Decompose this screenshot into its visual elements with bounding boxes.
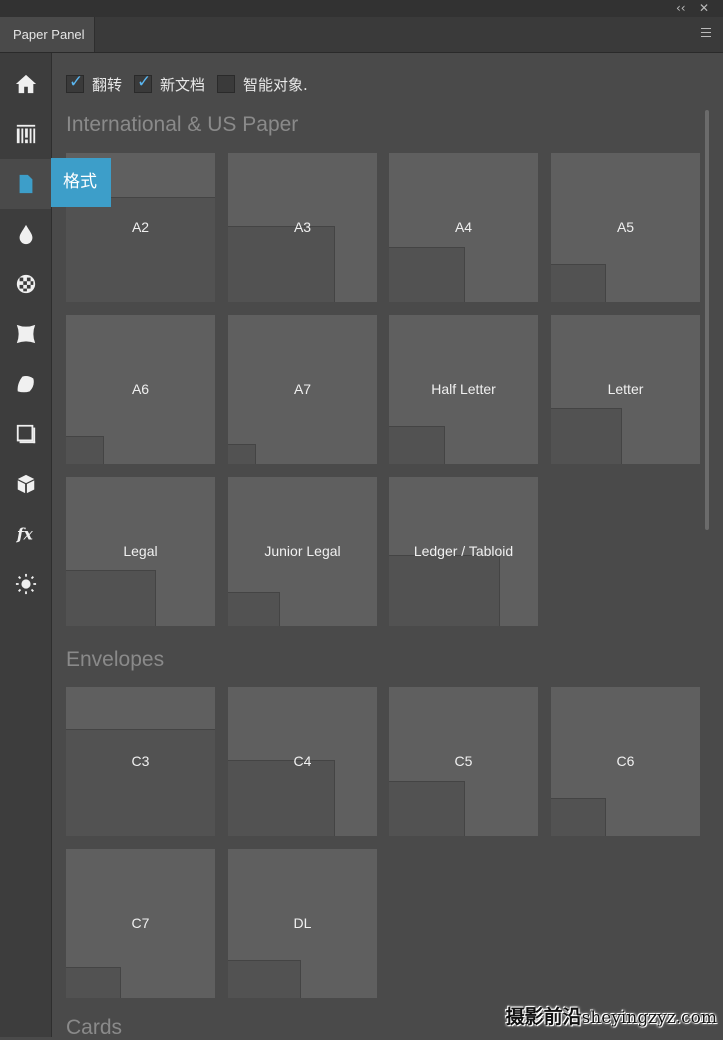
paper-size-tile[interactable]: A5 — [551, 153, 700, 302]
paper-size-tile[interactable]: Junior Legal — [228, 477, 377, 626]
paper-size-preview — [228, 226, 335, 302]
paper-size-preview — [228, 592, 280, 626]
paper-size-label: Half Letter — [431, 381, 496, 397]
sidebar-item-document[interactable] — [0, 159, 51, 209]
document-icon — [19, 174, 32, 194]
section-title-cards: Cards — [66, 1016, 123, 1039]
paper-size-label: Legal — [123, 543, 158, 559]
paper-size-label: Ledger / Tabloid — [413, 543, 514, 559]
sidebar-item-frame[interactable] — [0, 409, 51, 459]
paper-size-tile[interactable]: Legal — [66, 477, 215, 626]
paper-size-label: A2 — [131, 219, 150, 235]
sun-icon — [15, 573, 36, 595]
paper-size-preview — [551, 798, 606, 836]
sidebar-item-drop[interactable] — [0, 209, 51, 259]
collapse-icon[interactable]: ‹‹ — [676, 0, 686, 17]
paper-size-label: C7 — [131, 915, 150, 931]
sidebar-item-home[interactable] — [0, 59, 51, 109]
new-document-label: 新文档 — [160, 75, 206, 94]
sidebar-item-warp[interactable] — [0, 309, 51, 359]
paper-size-label: C6 — [616, 753, 635, 769]
tab-row: Paper Panel — [0, 17, 723, 53]
paper-size-label: C4 — [293, 753, 312, 769]
paper-size-tile[interactable]: Letter — [551, 315, 700, 464]
smart-object-checkbox[interactable] — [217, 75, 236, 93]
paper-size-tile[interactable]: A3 — [228, 153, 377, 302]
sidebar-item-cube[interactable] — [0, 459, 51, 509]
home-icon — [15, 74, 36, 94]
paper-size-tile[interactable]: Half Letter — [389, 315, 538, 464]
paper-size-preview — [551, 264, 606, 302]
watermark: 摄影前沿sheyingzyz.com — [506, 1002, 717, 1029]
paper-size-preview — [389, 247, 465, 302]
options-row: 翻转 新文档 智能对象. — [66, 72, 320, 95]
flip-checkbox[interactable] — [66, 72, 84, 93]
sidebar-item-checker[interactable] — [0, 259, 51, 309]
panel-menu-icon[interactable] — [701, 28, 711, 37]
flip-label: 翻转 — [92, 75, 123, 94]
smart-object-label: 智能对象. — [243, 75, 308, 94]
paper-size-preview — [389, 555, 500, 626]
tab-paper-panel[interactable]: Paper Panel — [0, 17, 95, 52]
new-document-checkbox[interactable] — [134, 72, 153, 93]
paper-size-preview — [389, 781, 465, 836]
paper-size-tile[interactable]: A7 — [228, 315, 377, 464]
scrollbar[interactable] — [705, 110, 709, 530]
paper-size-tile[interactable]: C4 — [228, 687, 377, 836]
paper-size-preview — [66, 570, 156, 626]
paper-size-label: A4 — [454, 219, 473, 235]
tooltip-format: 格式 — [51, 158, 111, 207]
paper-size-tile[interactable]: C5 — [389, 687, 538, 836]
watermark-cn: 摄影前沿 — [505, 1006, 582, 1028]
paper-size-preview — [66, 197, 215, 302]
frame-icon — [16, 424, 35, 444]
paper-size-preview — [551, 408, 622, 464]
paper-size-preview — [228, 960, 301, 998]
sidebar-item-scroll[interactable] — [0, 359, 51, 409]
section-title-envelopes: Envelopes — [66, 648, 165, 671]
section-title-paper: International & US Paper — [66, 113, 299, 136]
panel-top-bar: ‹‹ ✕ — [0, 0, 723, 17]
paper-size-tile[interactable]: A4 — [389, 153, 538, 302]
paper-size-label: A3 — [293, 219, 312, 235]
paper-size-label: Junior Legal — [264, 543, 341, 559]
paper-size-label: A5 — [616, 219, 635, 235]
paper-size-label: Letter — [607, 381, 644, 397]
fx-icon: fx — [15, 525, 33, 544]
option-flip[interactable]: 翻转 — [66, 72, 123, 95]
sidebar: fx — [0, 53, 52, 1037]
scroll-icon — [17, 376, 34, 393]
texture-icon — [16, 124, 35, 144]
paper-size-tile[interactable]: C7 — [66, 849, 215, 998]
sidebar-item-light[interactable] — [0, 559, 51, 609]
option-smart-object[interactable]: 智能对象. — [217, 74, 308, 95]
sidebar-item-texture[interactable] — [0, 109, 51, 159]
paper-size-label: C3 — [131, 753, 150, 769]
paper-size-preview — [66, 729, 215, 836]
paper-size-label: A6 — [131, 381, 150, 397]
svg-text:fx: fx — [15, 525, 33, 544]
drop-icon — [19, 224, 32, 245]
paper-size-preview — [228, 760, 335, 836]
paper-size-tile[interactable]: A6 — [66, 315, 215, 464]
paper-size-tile[interactable]: C6 — [551, 687, 700, 836]
paper-size-preview — [66, 967, 121, 998]
paper-size-label: DL — [293, 915, 312, 931]
watermark-en: sheyingzyz.com — [581, 1008, 717, 1028]
paper-size-preview — [389, 426, 445, 464]
cube-icon — [17, 474, 34, 494]
paper-size-preview — [228, 444, 256, 464]
sidebar-item-fx[interactable]: fx — [0, 509, 51, 559]
paper-size-tile[interactable]: C3 — [66, 687, 215, 836]
paper-size-label: A7 — [293, 381, 312, 397]
paper-size-preview — [66, 436, 104, 464]
warp-icon — [16, 324, 35, 344]
paper-size-tile[interactable]: Ledger / Tabloid — [389, 477, 538, 626]
paper-size-tile[interactable]: DL — [228, 849, 377, 998]
option-new-document[interactable]: 新文档 — [134, 72, 206, 95]
close-icon[interactable]: ✕ — [699, 0, 709, 17]
paper-size-label: C5 — [454, 753, 473, 769]
checker-icon — [16, 274, 35, 294]
